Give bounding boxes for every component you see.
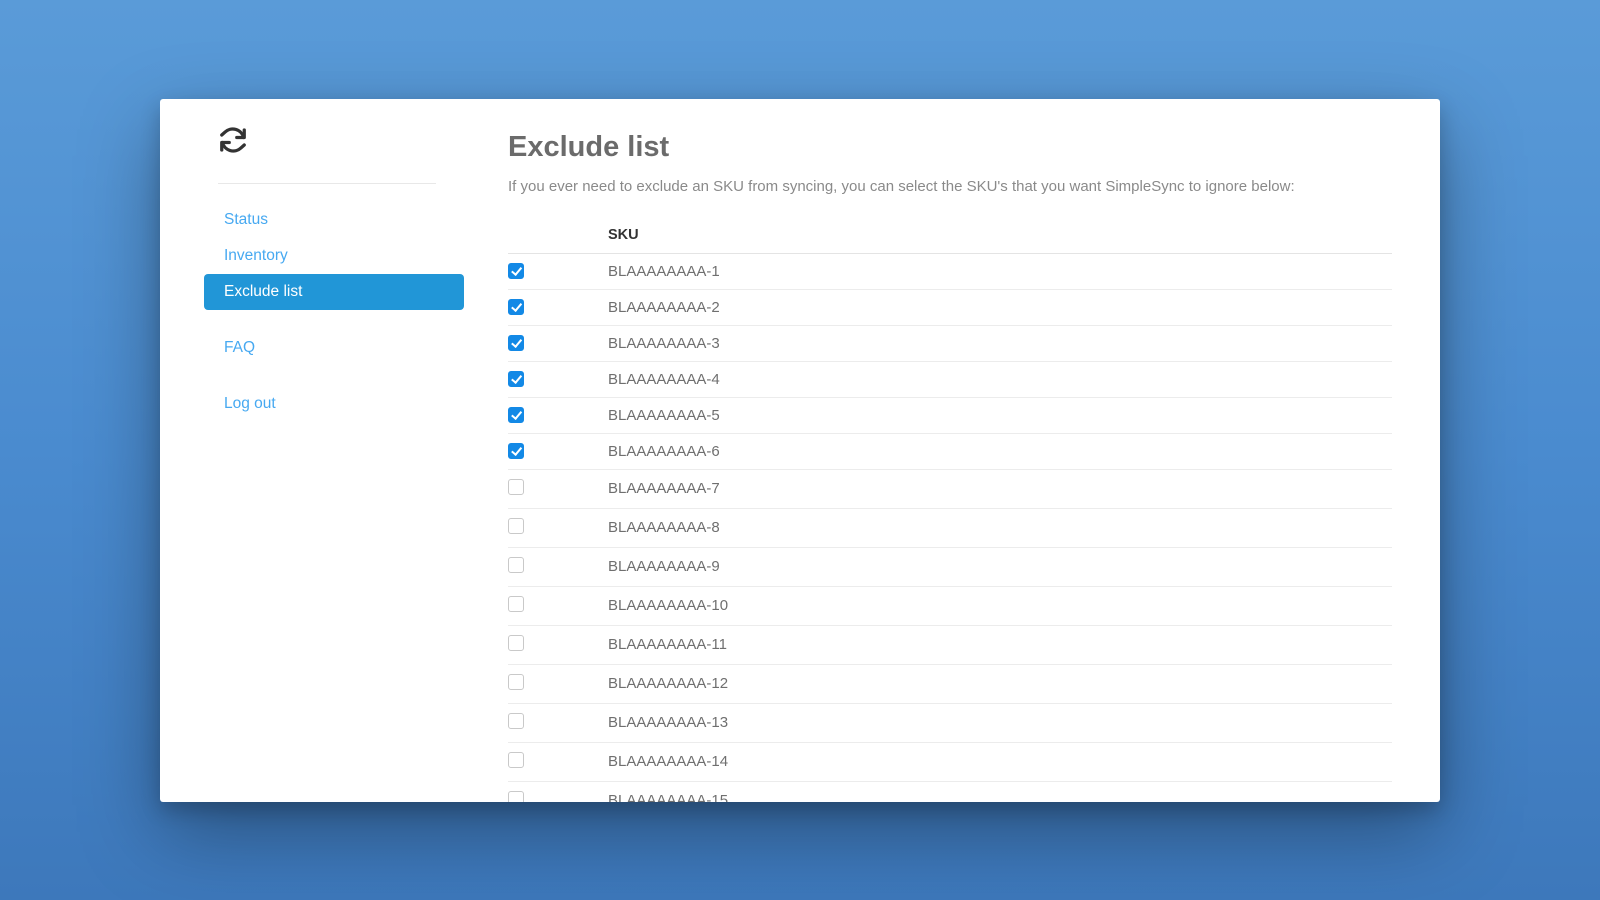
- cell-checkbox: [508, 547, 608, 586]
- cell-sku: BLAAAAAAAA-2: [608, 289, 1392, 325]
- exclude-checkbox[interactable]: [508, 299, 524, 315]
- nav: StatusInventoryExclude listFAQLog out: [208, 202, 460, 422]
- cell-sku: BLAAAAAAAA-8: [608, 508, 1392, 547]
- exclude-checkbox[interactable]: [508, 371, 524, 387]
- table-row: BLAAAAAAAA-9: [508, 547, 1392, 586]
- exclude-checkbox[interactable]: [508, 791, 524, 802]
- nav-divider: [218, 183, 436, 184]
- main-content: Exclude list If you ever need to exclude…: [460, 99, 1440, 802]
- cell-checkbox: [508, 253, 608, 289]
- cell-sku: BLAAAAAAAA-10: [608, 586, 1392, 625]
- cell-sku: BLAAAAAAAA-9: [608, 547, 1392, 586]
- exclude-checkbox[interactable]: [508, 335, 524, 351]
- exclude-checkbox[interactable]: [508, 518, 524, 534]
- table-row: BLAAAAAAAA-7: [508, 469, 1392, 508]
- exclude-checkbox[interactable]: [508, 635, 524, 651]
- table-row: BLAAAAAAAA-5: [508, 397, 1392, 433]
- cell-sku: BLAAAAAAAA-15: [608, 781, 1392, 802]
- exclude-checkbox[interactable]: [508, 479, 524, 495]
- cell-checkbox: [508, 508, 608, 547]
- sidebar-item-exclude-list[interactable]: Exclude list: [204, 274, 464, 310]
- exclude-checkbox[interactable]: [508, 752, 524, 768]
- cell-sku: BLAAAAAAAA-3: [608, 325, 1392, 361]
- sidebar-item-status[interactable]: Status: [204, 202, 464, 238]
- cell-checkbox: [508, 664, 608, 703]
- page-title: Exclude list: [508, 131, 1392, 164]
- table-row: BLAAAAAAAA-6: [508, 433, 1392, 469]
- table-row: BLAAAAAAAA-14: [508, 742, 1392, 781]
- exclude-checkbox[interactable]: [508, 407, 524, 423]
- cell-checkbox: [508, 781, 608, 802]
- nav-gap: [208, 310, 460, 330]
- sidebar: StatusInventoryExclude listFAQLog out: [160, 99, 460, 802]
- exclude-checkbox[interactable]: [508, 713, 524, 729]
- table-row: BLAAAAAAAA-2: [508, 289, 1392, 325]
- cell-sku: BLAAAAAAAA-12: [608, 664, 1392, 703]
- cell-checkbox: [508, 397, 608, 433]
- table-row: BLAAAAAAAA-1: [508, 253, 1392, 289]
- cell-checkbox: [508, 469, 608, 508]
- cell-checkbox: [508, 625, 608, 664]
- exclude-checkbox[interactable]: [508, 263, 524, 279]
- cell-sku: BLAAAAAAAA-14: [608, 742, 1392, 781]
- cell-sku: BLAAAAAAAA-11: [608, 625, 1392, 664]
- cell-checkbox: [508, 325, 608, 361]
- cell-checkbox: [508, 742, 608, 781]
- cell-sku: BLAAAAAAAA-4: [608, 361, 1392, 397]
- cell-sku: BLAAAAAAAA-1: [608, 253, 1392, 289]
- exclude-checkbox[interactable]: [508, 674, 524, 690]
- table-row: BLAAAAAAAA-15: [508, 781, 1392, 802]
- cell-checkbox: [508, 586, 608, 625]
- sidebar-item-log-out[interactable]: Log out: [204, 386, 464, 422]
- column-header-sku: SKU: [608, 217, 1392, 254]
- table-row: BLAAAAAAAA-12: [508, 664, 1392, 703]
- page-description: If you ever need to exclude an SKU from …: [508, 178, 1392, 195]
- exclude-checkbox[interactable]: [508, 557, 524, 573]
- cell-sku: BLAAAAAAAA-5: [608, 397, 1392, 433]
- table-row: BLAAAAAAAA-11: [508, 625, 1392, 664]
- sku-table: SKU BLAAAAAAAA-1BLAAAAAAAA-2BLAAAAAAAA-3…: [508, 217, 1392, 802]
- exclude-checkbox[interactable]: [508, 443, 524, 459]
- app-panel: StatusInventoryExclude listFAQLog out Ex…: [160, 99, 1440, 802]
- table-row: BLAAAAAAAA-4: [508, 361, 1392, 397]
- cell-checkbox: [508, 361, 608, 397]
- table-row: BLAAAAAAAA-13: [508, 703, 1392, 742]
- table-row: BLAAAAAAAA-3: [508, 325, 1392, 361]
- sidebar-item-inventory[interactable]: Inventory: [204, 238, 464, 274]
- column-header-checkbox: [508, 217, 608, 254]
- exclude-checkbox[interactable]: [508, 596, 524, 612]
- cell-checkbox: [508, 289, 608, 325]
- table-row: BLAAAAAAAA-8: [508, 508, 1392, 547]
- cell-sku: BLAAAAAAAA-7: [608, 469, 1392, 508]
- sync-logo-icon: [218, 125, 248, 155]
- cell-sku: BLAAAAAAAA-13: [608, 703, 1392, 742]
- sidebar-item-faq[interactable]: FAQ: [204, 330, 464, 366]
- cell-sku: BLAAAAAAAA-6: [608, 433, 1392, 469]
- nav-gap: [208, 366, 460, 386]
- table-row: BLAAAAAAAA-10: [508, 586, 1392, 625]
- cell-checkbox: [508, 703, 608, 742]
- cell-checkbox: [508, 433, 608, 469]
